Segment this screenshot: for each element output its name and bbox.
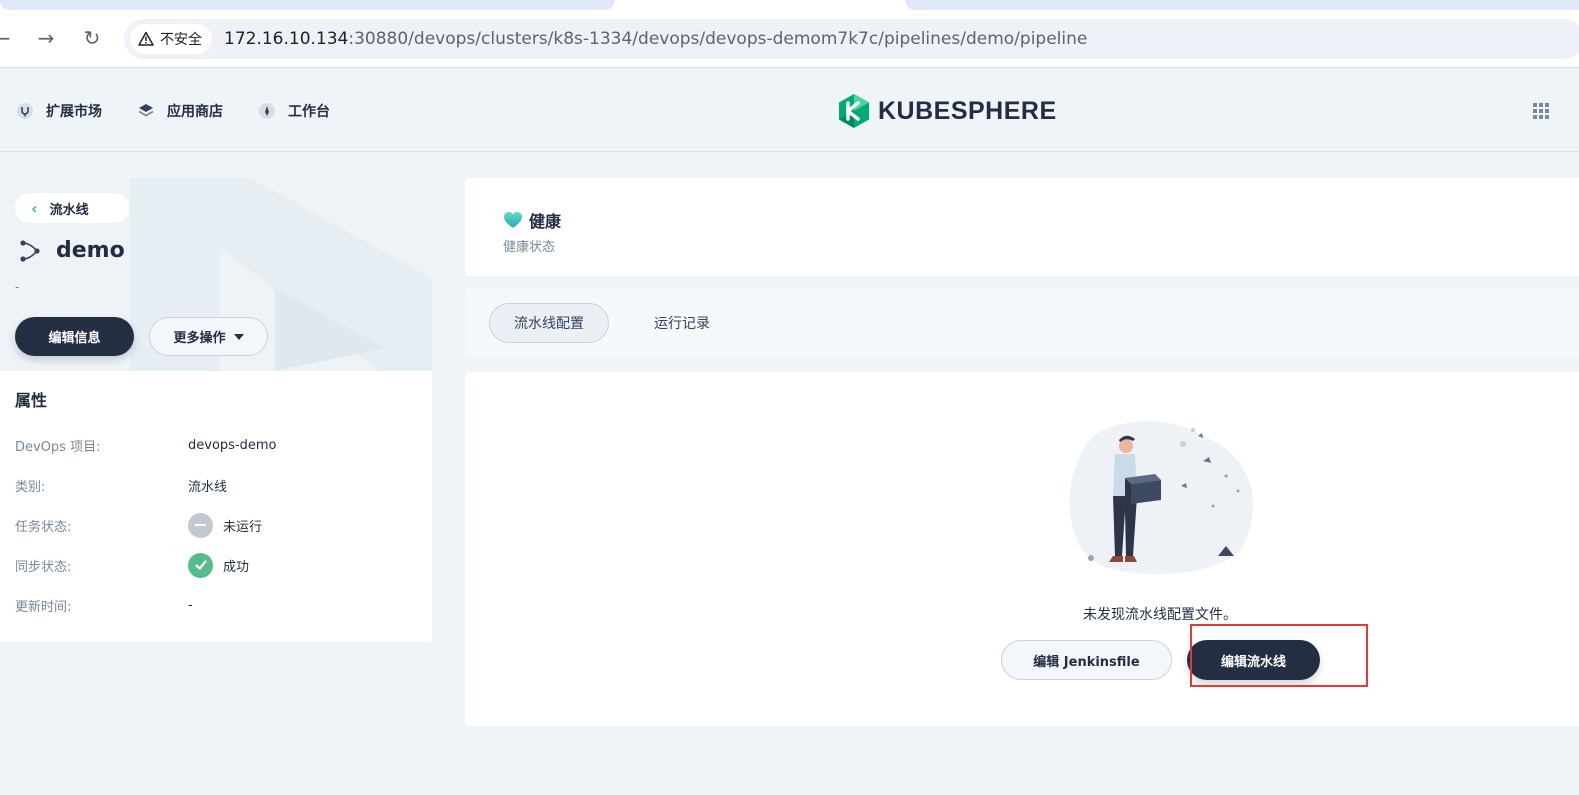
health-subtitle: 健康状态 (503, 240, 556, 255)
nav-label: 工作台 (288, 104, 330, 120)
success-check-icon (188, 552, 213, 578)
more-actions-button[interactable]: 更多操作 (149, 317, 268, 356)
property-value-text: - (188, 597, 193, 613)
forward-arrow-icon[interactable]: → (34, 26, 58, 50)
highlight-annotation (1190, 624, 1368, 687)
health-title: 健康 (503, 208, 561, 232)
security-indicator[interactable]: 不安全 (130, 24, 212, 54)
property-value: 成功 (188, 552, 250, 578)
pipeline-header: ‹ 流水线 demo - 编辑信息 更多操作 (0, 178, 432, 371)
workbench-icon (259, 103, 275, 119)
app-store-icon (138, 104, 154, 117)
pipeline-name: demo (56, 238, 125, 263)
property-value: 流水线 (188, 476, 227, 495)
more-actions-label: 更多操作 (173, 331, 226, 346)
health-value: 健康 (529, 212, 562, 231)
property-row: DevOps 项目: devops-demo (15, 433, 415, 457)
back-label: 流水线 (49, 202, 89, 218)
property-label: 同步状态: (15, 559, 72, 575)
health-card: 健康 健康状态 (465, 178, 1579, 276)
tab-pipeline-config[interactable]: 流水线配置 (489, 303, 609, 343)
property-row: 同步状态: 成功 (15, 552, 415, 578)
page-title: demo (18, 238, 125, 263)
top-navigation: 扩展市场 应用商店 工作台 KUBESPHERE (0, 69, 1579, 152)
nav-extension-market[interactable]: 扩展市场 (16, 101, 102, 121)
url-path: :30880/devops/clusters/k8s-1334/devops/d… (348, 29, 1088, 49)
nav-app-store[interactable]: 应用商店 (137, 101, 223, 121)
url-host: 172.16.10.134 (224, 29, 349, 49)
empty-message: 未发现流水线配置文件。 (1083, 607, 1237, 623)
browser-tab[interactable] (905, 0, 1579, 10)
kubesphere-logo[interactable]: KUBESPHERE (838, 93, 1057, 129)
property-label: 任务状态: (15, 519, 72, 535)
edit-jenkinsfile-button[interactable]: 编辑 Jenkinsfile (1001, 640, 1172, 680)
property-value-text: 成功 (223, 559, 250, 575)
browser-tab[interactable] (0, 0, 615, 10)
property-label: 更新时间: (15, 599, 72, 615)
nav-label: 应用商店 (167, 104, 223, 120)
caret-down-icon (233, 333, 244, 340)
not-run-status-icon (188, 512, 213, 538)
properties-heading: 属性 (15, 391, 48, 410)
reload-icon[interactable]: ↻ (80, 26, 104, 50)
apps-grid-icon[interactable] (1533, 103, 1549, 119)
url-text[interactable]: 172.16.10.134:30880/devops/clusters/k8s-… (224, 29, 1087, 49)
property-value-text: 流水线 (188, 479, 228, 495)
pipeline-config-content: 未发现流水线配置文件。 编辑 Jenkinsfile 编辑流水线 (465, 372, 1579, 726)
warning-icon (138, 31, 154, 46)
nav-workbench[interactable]: 工作台 (258, 101, 330, 121)
edit-info-button[interactable]: 编辑信息 (15, 317, 134, 356)
property-value: devops-demo (188, 438, 276, 453)
property-label: 类别: (15, 479, 46, 495)
back-arrow-icon[interactable]: ← (0, 26, 14, 50)
tab-run-records[interactable]: 运行记录 (622, 303, 742, 343)
address-bar[interactable]: 不安全 172.16.10.134:30880/devops/clusters/… (124, 19, 1579, 59)
extension-icon (17, 103, 33, 119)
empty-box-illustration (1069, 421, 1253, 575)
property-row: 类别: 流水线 (15, 473, 415, 497)
pipeline-detail-panel: ‹ 流水线 demo - 编辑信息 更多操作 属性 DevOps 项目: dev… (0, 178, 432, 642)
pipeline-icon (20, 239, 40, 262)
property-label: DevOps 项目: (15, 439, 101, 455)
property-value-text: devops-demo (188, 437, 277, 453)
property-value: 未运行 (188, 512, 263, 538)
property-row: 更新时间: - (15, 593, 415, 617)
pipeline-description: - (15, 280, 20, 294)
property-row: 任务状态: 未运行 (15, 512, 415, 538)
back-to-pipelines-button[interactable]: ‹ 流水线 (15, 193, 129, 223)
kubesphere-logo-icon (839, 94, 869, 128)
chevron-left-icon: ‹ (31, 198, 38, 218)
logo-text: KUBESPHERE (878, 96, 1057, 125)
heart-icon (504, 212, 522, 228)
property-value: - (188, 598, 193, 613)
insecure-label: 不安全 (160, 32, 202, 48)
tabs-bar: 流水线配置 运行记录 (465, 288, 1579, 357)
property-value-text: 未运行 (223, 519, 263, 535)
browser-tab-strip (0, 0, 1579, 12)
browser-toolbar: ← → ↻ 不安全 172.16.10.134:30880/devops/clu… (0, 12, 1579, 68)
nav-label: 扩展市场 (46, 104, 102, 120)
